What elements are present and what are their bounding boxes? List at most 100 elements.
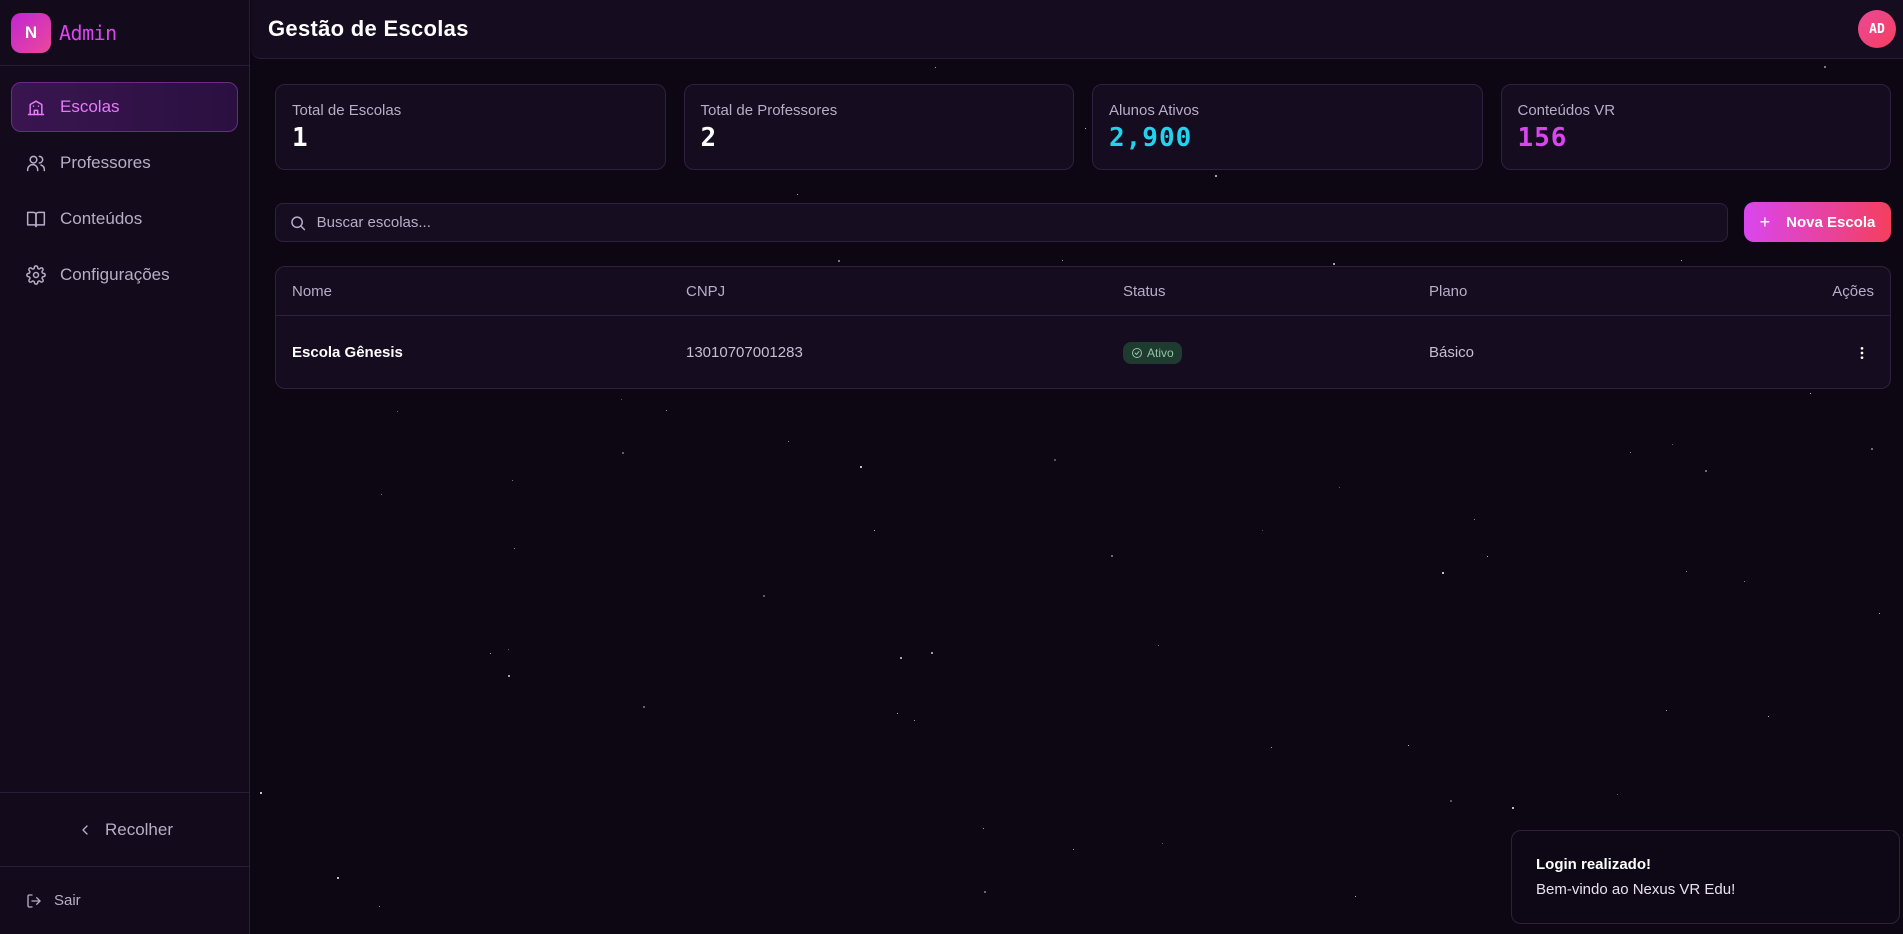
- star: [873, 529, 875, 531]
- school-icon: [27, 100, 45, 116]
- search-icon: [291, 215, 306, 230]
- sidebar-item-label: Professores: [60, 153, 151, 172]
- schools-table: Nome CNPJ Status Plano Ações Escola Gêne…: [275, 266, 1891, 389]
- star: [1338, 487, 1340, 489]
- users-icon: [26, 155, 46, 172]
- sidebar-item-conteudos[interactable]: Conteúdos: [11, 194, 238, 244]
- star: [1157, 644, 1159, 646]
- column-header-nome: Nome: [292, 282, 333, 300]
- stat-card-total-escolas: Total de Escolas 1: [275, 84, 666, 170]
- sidebar-item-label: Escolas: [60, 97, 120, 116]
- logout-button[interactable]: Sair: [0, 866, 250, 934]
- chevron-left-icon: [82, 824, 88, 835]
- star: [1062, 260, 1064, 262]
- star: [378, 906, 380, 908]
- star: [622, 451, 625, 454]
- sidebar-item-configuracoes[interactable]: Configurações: [11, 250, 238, 300]
- brand-name: Admin: [59, 20, 117, 45]
- stat-value: 1: [292, 123, 309, 153]
- brand-logo: N: [11, 12, 51, 53]
- cnpj-cell: 13010707001283: [686, 344, 803, 361]
- top-header: Gestão de Escolas AD: [251, 0, 1903, 59]
- stat-value: 156: [1517, 123, 1568, 153]
- brand: N Admin: [0, 0, 249, 66]
- stat-label: Total de Professores: [700, 102, 838, 119]
- star: [1162, 843, 1164, 845]
- new-school-button[interactable]: + Nova Escola: [1744, 202, 1891, 242]
- star: [1215, 174, 1218, 177]
- star: [1110, 555, 1113, 558]
- star: [1486, 556, 1488, 557]
- star: [1617, 793, 1619, 795]
- star: [1473, 518, 1475, 520]
- star: [621, 399, 623, 401]
- logout-icon: [27, 893, 41, 908]
- star: [1681, 259, 1683, 261]
- star: [1671, 443, 1673, 445]
- star: [983, 827, 985, 829]
- search-input[interactable]: [316, 214, 1727, 231]
- star: [1823, 66, 1826, 69]
- sidebar-item-escolas[interactable]: Escolas: [11, 82, 238, 132]
- star: [511, 480, 513, 482]
- stat-card-conteudos-vr: Conteúdos VR 156: [1500, 84, 1891, 170]
- column-header-acoes: Ações: [1832, 282, 1874, 300]
- sidebar-item-professores[interactable]: Professores: [11, 138, 238, 188]
- star: [931, 652, 934, 655]
- column-header-plano: Plano: [1429, 282, 1468, 300]
- stat-card-alunos-ativos: Alunos Ativos 2,900: [1092, 84, 1483, 170]
- star: [490, 652, 492, 654]
- star: [507, 648, 509, 650]
- star: [1442, 571, 1445, 574]
- actions-cell: [1729, 341, 1890, 365]
- table-row[interactable]: Escola Gênesis 13010707001283 Ativo Bási…: [276, 316, 1890, 389]
- star: [1666, 710, 1668, 712]
- row-actions-button[interactable]: [1850, 341, 1874, 365]
- star: [1449, 800, 1452, 803]
- star: [1262, 530, 1264, 532]
- star: [1333, 262, 1336, 265]
- collapse-sidebar-button[interactable]: Recolher: [0, 792, 250, 866]
- sidebar-item-label: Configurações: [60, 265, 170, 284]
- star: [983, 891, 986, 894]
- star: [380, 493, 382, 495]
- star: [838, 260, 841, 263]
- school-name-cell: Escola Gênesis: [292, 344, 403, 361]
- star: [1809, 392, 1811, 394]
- column-header-cnpj: CNPJ: [686, 282, 726, 300]
- star: [1073, 848, 1075, 850]
- status-label: Ativo: [1147, 345, 1174, 360]
- star: [1512, 806, 1515, 809]
- star: [1871, 447, 1874, 450]
- star: [396, 410, 398, 412]
- stat-label: Alunos Ativos: [1109, 102, 1200, 119]
- star: [1743, 581, 1745, 583]
- stat-value: 2,900: [1109, 123, 1193, 153]
- search-bar: [275, 203, 1728, 242]
- plus-icon: +: [1759, 211, 1771, 232]
- star: [666, 409, 668, 411]
- toast-title: Login realizado!: [1536, 856, 1652, 873]
- toast-message: Bem-vindo ao Nexus VR Edu!: [1536, 881, 1736, 898]
- sidebar-item-label: Conteúdos: [60, 209, 143, 228]
- star: [935, 67, 937, 69]
- star: [763, 595, 766, 598]
- collapse-label: Recolher: [104, 819, 174, 839]
- avatar[interactable]: AD: [1858, 10, 1896, 48]
- star: [900, 656, 903, 659]
- check-circle-icon: [1132, 347, 1142, 358]
- new-school-label: Nova Escola: [1786, 213, 1876, 231]
- book-open-icon: [26, 211, 46, 228]
- stats-cards: Total de Escolas 1 Total de Professores …: [275, 84, 1891, 170]
- stat-label: Conteúdos VR: [1517, 102, 1616, 119]
- star: [1685, 571, 1687, 573]
- column-header-status: Status: [1123, 282, 1166, 300]
- more-vertical-icon: [1860, 346, 1864, 359]
- star: [913, 720, 915, 722]
- stat-label: Total de Escolas: [292, 102, 402, 119]
- star: [1630, 452, 1632, 454]
- star: [896, 713, 898, 715]
- star: [643, 706, 646, 709]
- star: [1878, 612, 1880, 614]
- star: [1053, 458, 1056, 461]
